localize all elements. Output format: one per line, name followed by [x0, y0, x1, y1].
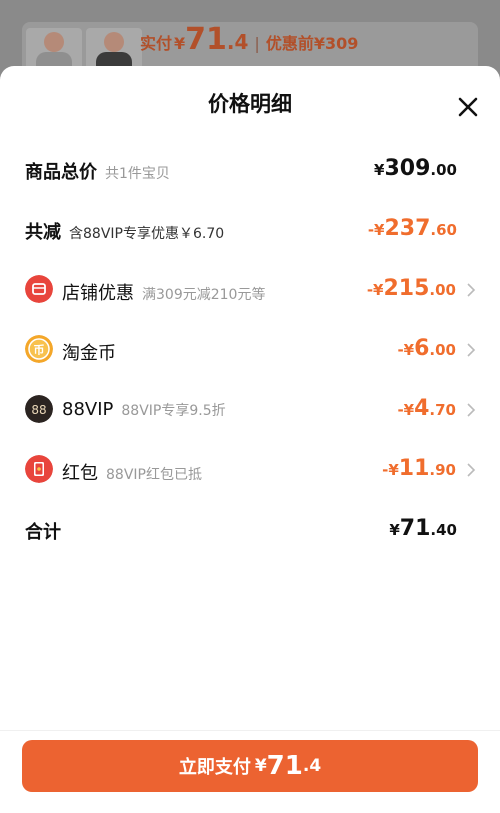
pay-button-int: 71 [266, 751, 303, 781]
goods-total-row: 商品总价 共1件宝贝 ¥309.00 [0, 150, 500, 190]
pay-now-button[interactable]: 立即支付 ¥71.4 [22, 740, 478, 792]
gold-coin-icon: 币 [25, 335, 53, 363]
chevron-right-icon [467, 283, 476, 297]
sum-label: 合计 [25, 522, 61, 543]
red-packet-note: 88VIP红包已抵 [106, 467, 202, 483]
total-reduction-row: 共减 含88VIP专享优惠￥6.70 -¥237.60 [0, 210, 500, 250]
background-separator: | [254, 34, 260, 53]
sheet-title: 价格明细 [208, 92, 292, 116]
goods-total-amount: ¥309.00 [374, 156, 457, 181]
chevron-right-icon [467, 463, 476, 477]
goods-count: 共1件宝贝 [105, 166, 170, 182]
shop-coupon-icon [25, 275, 53, 303]
vip-88-icon: 88 [25, 395, 53, 423]
vip-row[interactable]: 88 88VIP 88VIP专享9.5折 -¥4.70 [0, 390, 500, 430]
close-icon[interactable] [454, 93, 482, 121]
svg-text:88: 88 [31, 403, 46, 417]
red-packet-label: 红包 [62, 463, 98, 484]
vip-amount: -¥4.70 [397, 396, 456, 421]
red-packet-amount: -¥11.90 [382, 456, 456, 481]
shop-discount-label: 店铺优惠 [62, 283, 134, 304]
tao-coin-amount: -¥6.00 [397, 336, 456, 361]
pay-button-dec: .4 [302, 756, 322, 776]
sum-amount: ¥71.40 [389, 516, 457, 541]
background-pay-dec: .4 [226, 30, 249, 54]
tao-coin-label: 淘金币 [62, 343, 116, 364]
shop-discount-row[interactable]: 店铺优惠 满309元减210元等 -¥215.00 [0, 270, 500, 310]
background-before-price: 优惠前¥309 [265, 34, 359, 53]
vip-note: 88VIP专享9.5折 [121, 403, 226, 419]
background-pay-label: 实付 [140, 34, 173, 53]
total-reduction-label: 共减 [25, 222, 61, 243]
red-packet-row[interactable]: 红包 88VIP红包已抵 -¥11.90 [0, 450, 500, 490]
shop-discount-amount: -¥215.00 [366, 276, 456, 301]
pay-button-currency: ¥ [254, 756, 267, 776]
total-reduction-amount: -¥237.60 [367, 216, 457, 241]
shop-discount-note: 满309元减210元等 [142, 287, 266, 303]
red-packet-icon [25, 455, 53, 483]
total-reduction-note: 含88VIP专享优惠￥6.70 [69, 226, 225, 242]
background-pay-summary: 实付 ¥71.4 | 优惠前¥309 [140, 22, 358, 57]
tao-coin-row[interactable]: 币 淘金币 -¥6.00 [0, 330, 500, 370]
pay-button-label: 立即支付 [178, 757, 251, 778]
sum-row: 合计 ¥71.40 [0, 510, 500, 550]
vip-label: 88VIP [62, 399, 114, 420]
goods-total-label: 商品总价 [25, 162, 97, 183]
background-pay-int: 71 [185, 22, 227, 57]
footer-divider [0, 730, 500, 731]
chevron-right-icon [467, 403, 476, 417]
svg-text:币: 币 [34, 344, 45, 357]
background-pay-currency: ¥ [174, 34, 186, 53]
chevron-right-icon [467, 343, 476, 357]
